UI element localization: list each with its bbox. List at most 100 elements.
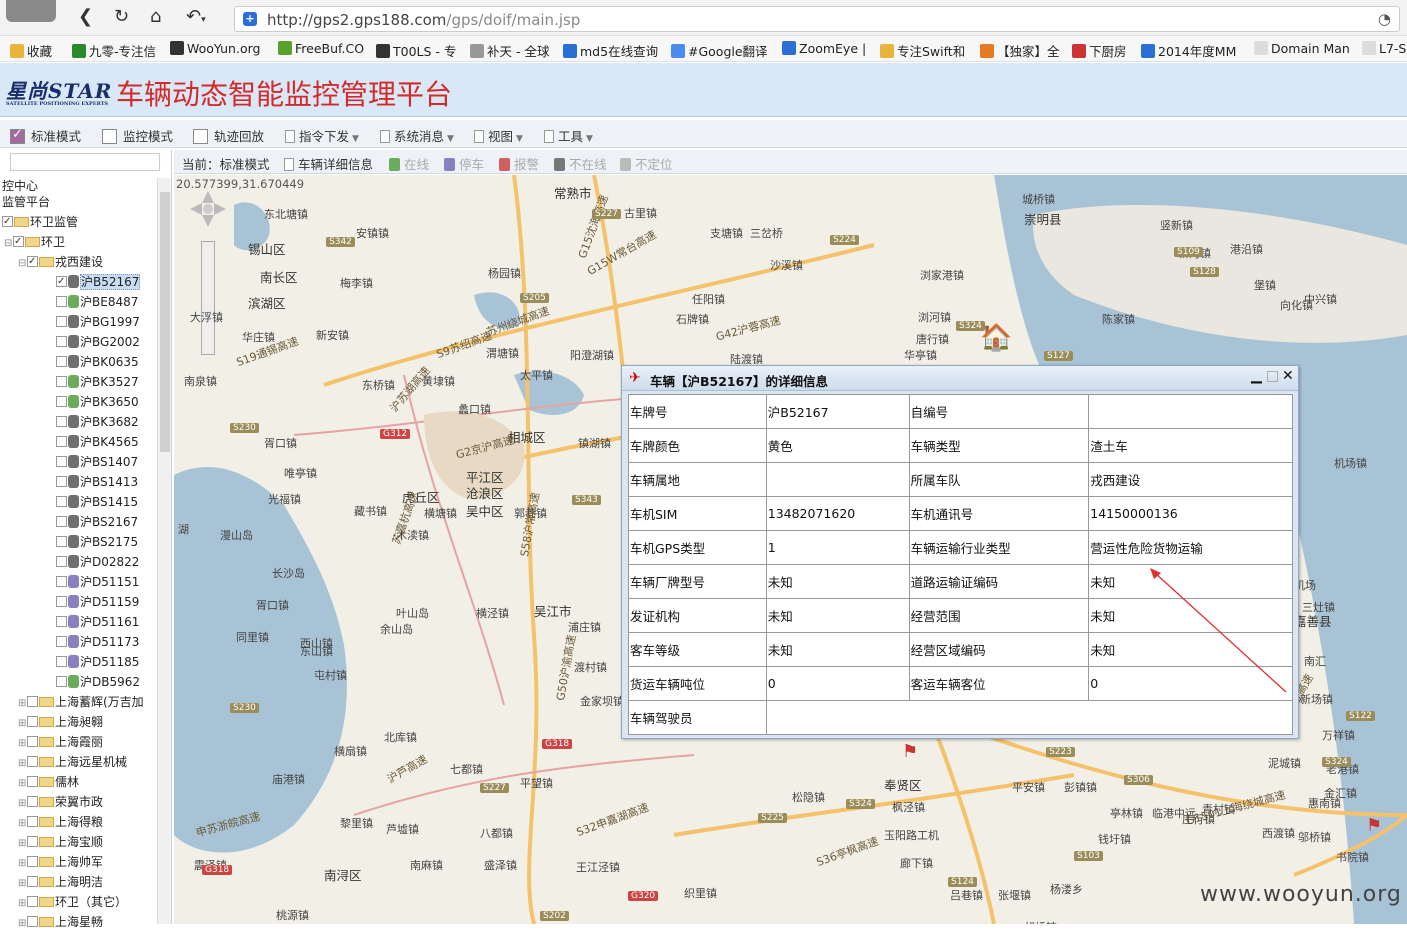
close-icon[interactable]: ✕	[1282, 368, 1294, 384]
menu-monitor-mode[interactable]: 监控模式	[102, 126, 173, 145]
checkbox-icon[interactable]	[10, 127, 25, 144]
tree-vehicle-item[interactable]: 沪BS1413	[56, 472, 138, 492]
checkbox-icon[interactable]	[56, 476, 67, 487]
tree-group-item[interactable]: ⊞ 儒林	[18, 772, 79, 792]
tree-vehicle-item[interactable]: 沪BS2167	[56, 512, 138, 532]
tree-vehicle-item[interactable]: 沪D51161	[56, 612, 139, 632]
checkbox-icon[interactable]	[27, 916, 38, 927]
vehicle-detail-button[interactable]: 车辆详细信息	[284, 154, 373, 173]
expand-icon[interactable]: ⊞	[18, 774, 27, 794]
tree-vehicle-item[interactable]: 沪BE8487	[56, 292, 138, 312]
checkbox-icon[interactable]	[56, 676, 67, 687]
tree-scrollbar[interactable]	[157, 178, 171, 924]
bookmark-item[interactable]: 收藏	[10, 41, 52, 60]
expand-icon[interactable]: ⊞	[18, 874, 27, 894]
checkbox-icon[interactable]	[56, 336, 67, 347]
expand-icon[interactable]: ⊞	[18, 714, 27, 734]
tree-node-sanitation-supervision[interactable]: 环卫监管	[2, 212, 78, 232]
checkbox-icon[interactable]	[193, 129, 208, 144]
checkbox-icon[interactable]	[56, 356, 67, 367]
address-bar[interactable]: + http://gps2.gps188.com/gps/doif/main.j…	[234, 6, 1400, 32]
bookmark-item[interactable]: L7-Se	[1362, 41, 1407, 56]
menu-tools[interactable]: 工具 ▼	[544, 126, 593, 145]
tree-group-item[interactable]: ⊞ 上海明洁	[18, 872, 103, 892]
bookmark-item[interactable]: T00LS - 专	[376, 41, 456, 60]
checkbox-icon[interactable]	[56, 656, 67, 667]
expand-icon[interactable]: ⊞	[18, 754, 27, 774]
checkbox-icon[interactable]	[56, 396, 67, 407]
checkbox-icon[interactable]	[56, 296, 67, 307]
flag-marker-icon[interactable]: ⚑	[902, 741, 918, 762]
bookmark-item[interactable]: 下厨房	[1072, 41, 1127, 60]
bookmark-item[interactable]: md5在线查询	[563, 41, 658, 60]
tree-group-item[interactable]: ⊞ 上海昶翱	[18, 712, 103, 732]
expand-icon[interactable]: ⊟	[18, 254, 27, 274]
tree-group-item[interactable]: ⊞ 上海宝顺	[18, 832, 103, 852]
menu-view[interactable]: 视图 ▼	[474, 126, 523, 145]
reload-icon[interactable]: ↻	[114, 7, 129, 27]
bookmark-item[interactable]: ZoomEye |	[782, 41, 866, 56]
checkbox-icon[interactable]	[27, 796, 38, 807]
flag-marker-icon[interactable]: ⚑	[1366, 815, 1382, 836]
bookmark-item[interactable]: 【独家】全	[980, 41, 1060, 60]
tree-vehicle-item[interactable]: 沪DB5962	[56, 672, 140, 692]
filter-parked[interactable]: 停车	[444, 154, 484, 173]
bookmark-item[interactable]: #Google翻译	[671, 41, 768, 60]
filter-offline[interactable]: 不在线	[554, 154, 607, 173]
tree-vehicle-item[interactable]: 沪BG1997	[56, 312, 140, 332]
expand-icon[interactable]: ⊞	[18, 694, 27, 714]
checkbox-icon[interactable]	[56, 516, 67, 527]
checkbox-icon[interactable]	[27, 836, 38, 847]
expand-icon[interactable]: ⊞	[18, 894, 27, 914]
checkbox-icon[interactable]	[56, 556, 67, 567]
checkbox-icon[interactable]	[27, 716, 38, 727]
filter-no-locate[interactable]: 不定位	[620, 154, 673, 173]
bookmark-item[interactable]: WooYun.org	[170, 41, 260, 56]
minimize-icon[interactable]: ▁	[1251, 368, 1262, 384]
checkbox-icon[interactable]	[27, 756, 38, 767]
tree-search-input[interactable]	[10, 153, 160, 171]
checkbox-icon[interactable]	[56, 436, 67, 447]
bookmark-item[interactable]: 补天 - 全球	[470, 41, 549, 60]
tree-vehicle-item[interactable]: 沪BK3682	[56, 412, 139, 432]
checkbox-icon[interactable]	[56, 416, 67, 427]
checkbox-icon[interactable]	[27, 816, 38, 827]
tree-vehicle-item[interactable]: 沪BK3527	[56, 372, 139, 392]
menu-system-message[interactable]: 系统消息 ▼	[380, 126, 454, 145]
tree-vehicle-item[interactable]: 沪D51185	[56, 652, 139, 672]
maximize-icon[interactable]: □	[1266, 368, 1279, 384]
menu-playback[interactable]: 轨迹回放	[193, 126, 264, 145]
checkbox-icon[interactable]	[56, 376, 67, 387]
expand-icon[interactable]: ⊞	[18, 734, 27, 754]
tree-vehicle-item[interactable]: 沪D51159	[56, 592, 139, 612]
tree-vehicle-item[interactable]: 沪B52167	[56, 272, 141, 292]
tree-group-item[interactable]: ⊞ 上海星畅	[18, 912, 103, 932]
checkbox-icon[interactable]	[56, 596, 67, 607]
checkbox-icon[interactable]	[27, 856, 38, 867]
tree-vehicle-item[interactable]: 沪D02822	[56, 552, 139, 572]
dialog-titlebar[interactable]: ✈ 车辆【沪B52167】的详细信息 ▁ □ ✕	[622, 366, 1298, 391]
tree-group-item[interactable]: ⊞ 环卫（其它）	[18, 892, 127, 912]
undo-icon[interactable]: ↶▾	[186, 7, 206, 30]
tree-group-item[interactable]: ⊞ 上海帅军	[18, 852, 103, 872]
menu-command[interactable]: 指令下发 ▼	[285, 126, 359, 145]
bookmark-item[interactable]: 专注Swift和	[880, 41, 965, 60]
tree-vehicle-item[interactable]: 沪BG2002	[56, 332, 140, 352]
tree-vehicle-item[interactable]: 沪BK3650	[56, 392, 139, 412]
expand-icon[interactable]: ⊞	[18, 854, 27, 874]
tree-vehicle-item[interactable]: 沪BS2175	[56, 532, 138, 552]
house-marker-icon[interactable]: 🏠	[980, 323, 1012, 353]
expand-icon[interactable]: ⊞	[18, 794, 27, 814]
bookmark-item[interactable]: 2014年度MM	[1141, 41, 1236, 60]
tree-group-item[interactable]: ⊞ 上海得粮	[18, 812, 103, 832]
filter-online[interactable]: 在线	[389, 154, 429, 173]
url-text[interactable]: http://gps2.gps188.com/gps/doif/main.jsp	[267, 11, 580, 29]
checkbox-icon[interactable]	[2, 212, 13, 232]
home-icon[interactable]: ⌂	[150, 7, 161, 27]
tree-group-item[interactable]: ⊞ 上海蓄辉(万吉加	[18, 692, 144, 712]
expand-icon[interactable]: ⊞	[18, 834, 27, 854]
checkbox-icon[interactable]	[13, 232, 24, 252]
checkbox-icon[interactable]	[27, 252, 38, 272]
tree-vehicle-item[interactable]: 沪BS1407	[56, 452, 138, 472]
tree-group-item[interactable]: ⊞ 上海远星机械	[18, 752, 127, 772]
